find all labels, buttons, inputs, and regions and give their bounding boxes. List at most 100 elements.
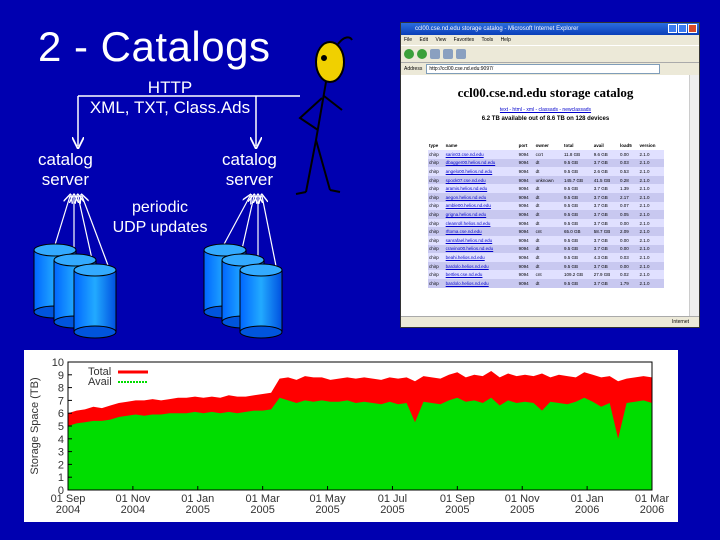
back-icon[interactable] xyxy=(404,49,414,59)
table-cell-total: 9.5 GB xyxy=(562,278,593,288)
x-tick-year-label: 2005 xyxy=(380,504,404,516)
table-row: chirp beahi.helios.nd.edu 9094 dt 9.5 GB 4.3 … xyxy=(428,253,664,262)
table-row: chirp sarin03.cse.nd.edu 9094 ccrt 11.8 GB 9.… xyxy=(428,150,664,159)
x-tick-year-label: 2004 xyxy=(121,504,145,516)
y-tick-label: 6 xyxy=(58,408,64,420)
table-cell-owner: dt xyxy=(534,167,563,176)
table-cell-name[interactable]: cleanroll.helios.nd.edu xyxy=(444,218,518,228)
table-cell-name[interactable]: bertles.cse.nd.edu xyxy=(444,270,518,279)
table-cell-total: 9.5 GB xyxy=(562,192,593,202)
table-cell-load5: 0.53 xyxy=(618,167,639,176)
table-row: chirp amble00.helios.nd.edu 9094 dt 9.5 GB 3.… xyxy=(428,201,664,211)
table-cell-name[interactable]: beahi.helios.nd.edu xyxy=(444,253,518,262)
table-row: chirp angelo00.helios.nd.edu 9094 dt 9.5 GB 2… xyxy=(428,167,664,176)
table-cell-type: chirp xyxy=(428,201,445,211)
table-cell-type: chirp xyxy=(428,253,445,262)
table-cell-avail: 2.6 GB xyxy=(592,167,619,176)
maximize-icon[interactable] xyxy=(678,24,687,33)
table-cell-owner: dt xyxy=(534,218,563,228)
table-cell-version: 2.1.0 xyxy=(638,253,664,262)
table-cell-name[interactable]: bardolo.helios.nd.edu xyxy=(444,278,518,288)
table-cell-name[interactable]: grigna.helios.nd.edu xyxy=(444,210,518,219)
catalog-format-links[interactable]: text - html - xml - classads - newclassa… xyxy=(401,107,690,113)
table-cell-name[interactable]: amble00.helios.nd.edu xyxy=(444,201,518,211)
table-cell-name[interactable]: aegon.helios.nd.edu xyxy=(444,192,518,202)
table-cell-port: 9094 xyxy=(517,167,535,176)
table-cell-avail: 3.7 GB xyxy=(592,192,619,202)
table-cell-port: 9094 xyxy=(517,210,535,219)
status-zone: Internet xyxy=(672,319,689,325)
table-cell-total: 9.5 GB xyxy=(562,218,593,228)
menu-file[interactable]: File xyxy=(404,37,412,43)
table-cell-avail: 3.7 GB xyxy=(592,158,619,168)
storage-chart: 0 1 2 3 4 5 6 7 8 9 10 Storage Space (TB) 01 Sep 2004… xyxy=(24,350,678,522)
table-cell-name[interactable]: bardolo.helios.nd.edu xyxy=(444,261,518,271)
table-row: chirp spock07.cse.nd.edu 9094 unknown 145.7 … xyxy=(428,175,664,185)
minimize-icon[interactable] xyxy=(668,24,677,33)
table-cell-name[interactable]: dbagger00.helios.nd.edu xyxy=(444,158,518,168)
home-icon[interactable] xyxy=(456,49,466,59)
table-cell-avail: 3.7 GB xyxy=(592,261,619,271)
table-cell-load5: 0.07 xyxy=(618,201,639,211)
table-cell-owner: ccrt xyxy=(534,150,563,159)
table-cell-port: 9094 xyxy=(517,235,535,245)
table-cell-name[interactable]: spock07.cse.nd.edu xyxy=(444,175,518,185)
table-cell-total: 9.5 GB xyxy=(562,261,593,271)
table-cell-version: 2.1.0 xyxy=(638,218,664,228)
stop-icon[interactable] xyxy=(430,49,440,59)
table-cell-version: 2.1.0 xyxy=(638,184,664,193)
browser-content: ccl00.cse.nd.edu storage catalog text - … xyxy=(401,75,690,317)
table-cell-owner: dt xyxy=(534,201,563,211)
menu-edit[interactable]: Edit xyxy=(419,37,428,43)
menu-tools[interactable]: Tools xyxy=(481,37,493,43)
catalog-table: type name port owner total avail load5 version … xyxy=(428,141,664,288)
table-cell-name[interactable]: angelo00.helios.nd.edu xyxy=(444,167,518,176)
menu-view[interactable]: View xyxy=(435,37,446,43)
table-cell-total: 65.0 GB xyxy=(562,227,593,236)
browser-window-screenshot: ccl00.cse.nd.edu storage catalog - Micro… xyxy=(400,22,700,328)
y-tick-label: 1 xyxy=(58,472,64,484)
table-cell-type: chirp xyxy=(428,184,445,193)
table-cell-port: 9094 xyxy=(517,227,535,236)
table-cell-version: 2.1.0 xyxy=(638,150,664,159)
refresh-icon[interactable] xyxy=(443,49,453,59)
address-input[interactable]: http://ccl00.cse.nd.edu:9097/ xyxy=(426,64,661,74)
table-cell-owner: dt xyxy=(534,261,563,271)
legend-label-avail: Avail xyxy=(88,376,112,388)
table-cell-name[interactable]: sanrafael.helios.nd.edu xyxy=(444,235,518,245)
column-header-total: total xyxy=(562,141,593,150)
table-cell-avail: 9.6 GB xyxy=(592,150,619,159)
table-cell-type: chirp xyxy=(428,218,445,228)
column-header-name: name xyxy=(444,141,518,150)
table-cell-version: 2.1.0 xyxy=(638,158,664,168)
table-cell-total: 9.5 GB xyxy=(562,201,593,211)
table-cell-load5: 0.03 xyxy=(618,253,639,262)
menu-favorites[interactable]: Favorites xyxy=(454,37,475,43)
table-cell-port: 9094 xyxy=(517,150,535,159)
table-row: chirp dbagger00.helios.nd.edu 9094 dt 9.5 GB… xyxy=(428,158,664,168)
table-cell-port: 9094 xyxy=(517,158,535,168)
table-cell-version: 2.1.0 xyxy=(638,270,664,279)
table-cell-total: 11.8 GB xyxy=(562,150,593,159)
table-cell-name[interactable]: sarin03.cse.nd.edu xyxy=(444,150,518,159)
catalog-diagram xyxy=(33,36,353,339)
table-cell-type: chirp xyxy=(428,158,445,168)
table-cell-name[interactable]: aramis.helios.nd.edu xyxy=(444,184,518,193)
column-header-port: port xyxy=(517,141,535,150)
table-cell-name[interactable]: rftoma.cse.nd.edu xyxy=(444,227,518,236)
table-cell-port: 9094 xyxy=(517,192,535,202)
y-tick-label: 7 xyxy=(58,395,64,407)
browser-titlebar: ccl00.cse.nd.edu storage catalog - Micro… xyxy=(401,23,699,35)
table-cell-owner: dt xyxy=(534,235,563,245)
table-cell-port: 9094 xyxy=(517,244,535,254)
close-icon[interactable] xyxy=(688,24,697,33)
column-header-avail: avail xyxy=(592,141,619,150)
forward-icon[interactable] xyxy=(417,49,427,59)
table-cell-avail: 3.7 GB xyxy=(592,184,619,193)
table-cell-name[interactable]: cravino00.helios.nd.edu xyxy=(444,244,518,254)
menu-help[interactable]: Help xyxy=(501,37,511,43)
browser-scrollbar[interactable] xyxy=(689,75,699,317)
table-cell-total: 145.7 GB xyxy=(562,175,593,185)
column-header-owner: owner xyxy=(534,141,563,150)
thinking-figure-icon xyxy=(295,36,353,195)
